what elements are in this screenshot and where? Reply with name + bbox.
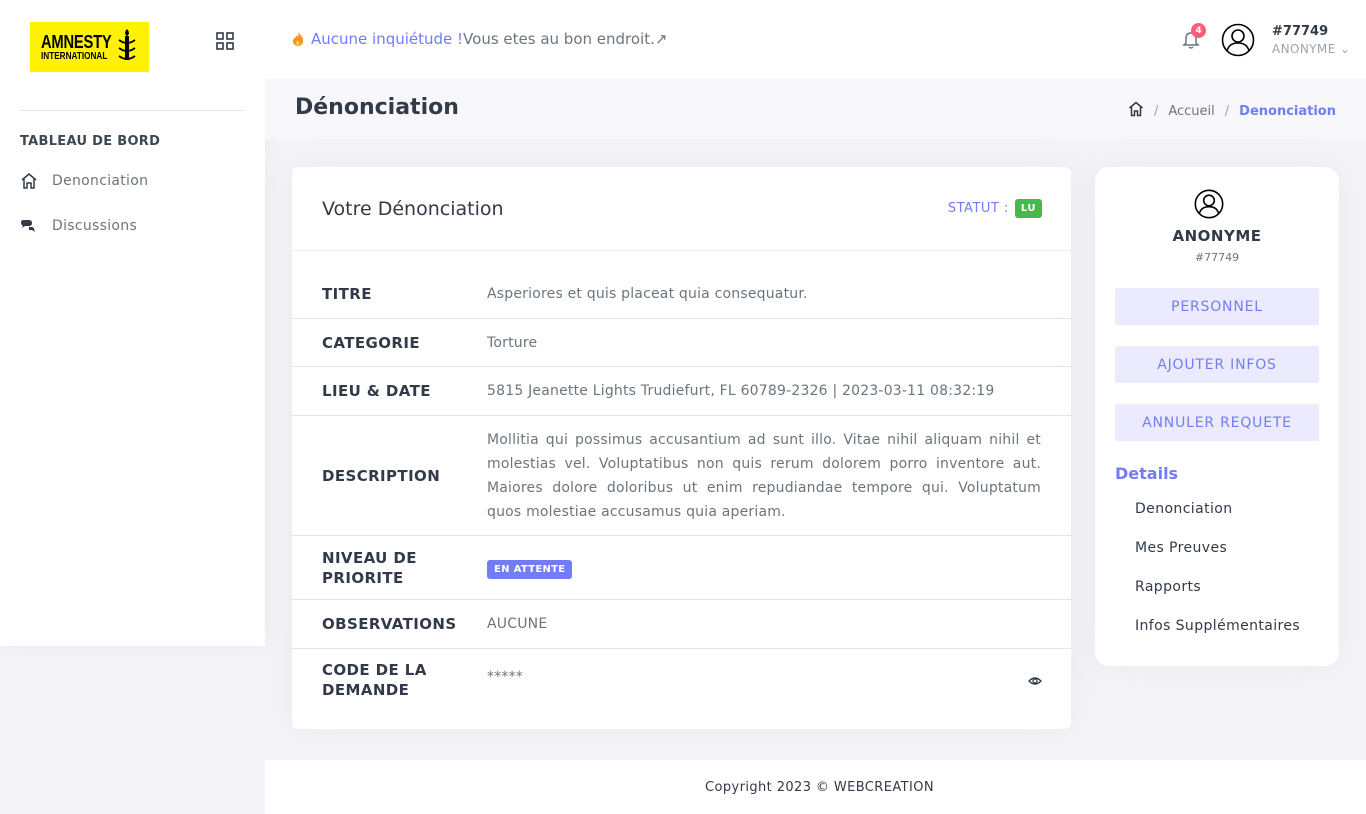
copyright-text: Copyright 2023 © WEBCREATION [705, 779, 934, 795]
chat-icon [20, 219, 40, 233]
sidebar: AMNESTY INTERNATIONAL TABLEAU DE BORD De… [0, 0, 265, 646]
footer: Copyright 2023 © WEBCREATION [265, 760, 1366, 814]
chevron-down-icon: ⌄ [1339, 42, 1351, 56]
details-link-infos[interactable]: Infos Supplémentaires [1135, 618, 1300, 634]
logo-line2: INTERNATIONAL [41, 50, 108, 62]
row-value: ***** [487, 669, 523, 685]
label-line: PRIORITE [322, 568, 404, 587]
card-title: Votre Dénonciation [322, 198, 504, 220]
breadcrumb: / Accueil / Denonciation [1128, 101, 1336, 121]
row-value: Torture [487, 334, 538, 351]
user-id: #77749 [1272, 24, 1329, 39]
label-line: CODE DE LA [322, 661, 427, 679]
page-title: Dénonciation [295, 95, 459, 120]
card-header: Votre Dénonciation STATUT : LU [292, 167, 1071, 251]
breadcrumb-current: Denonciation [1239, 103, 1336, 119]
home-icon[interactable] [1128, 101, 1144, 121]
user-role-dropdown[interactable]: ANONYME ⌄ [1272, 42, 1350, 56]
home-icon [20, 172, 40, 190]
logo-line1: AMNESTY [41, 31, 112, 52]
profile-id: #77749 [1194, 251, 1240, 264]
row-priorite: NIVEAU DE PRIORITE EN ATTENTE [292, 536, 1071, 600]
row-label: CATEGORIE [322, 333, 420, 352]
status-badge: LU [1014, 199, 1042, 218]
sidebar-item-label: Discussions [52, 218, 138, 234]
sidebar-divider [20, 110, 245, 111]
row-value: EN ATTENTE [487, 559, 573, 579]
page-titlebar: Dénonciation / Accueil / Denonciation [265, 79, 1366, 139]
sidebar-item-label: Denonciation [52, 173, 149, 189]
breadcrumb-accueil[interactable]: Accueil [1168, 104, 1214, 119]
row-value: Mollitia qui possimus accusantium ad sun… [487, 431, 1041, 520]
status: STATUT : LU [948, 199, 1042, 218]
status-label: STATUT : [947, 201, 1009, 216]
notification-badge: 4 [1191, 23, 1206, 38]
row-label: OBSERVATIONS [322, 615, 457, 633]
label-line: DEMANDE [322, 681, 410, 699]
row-value: AUCUNE [487, 616, 548, 632]
personnel-button[interactable]: PERSONNEL [1115, 288, 1319, 325]
denonciation-card: Votre Dénonciation STATUT : LU TITRE Asp… [292, 167, 1071, 729]
row-categorie: CATEGORIE Torture [292, 319, 1071, 367]
candle-icon [118, 29, 136, 60]
details-link-preuves[interactable]: Mes Preuves [1135, 540, 1227, 556]
logo-text: AMNESTY INTERNATIONAL [41, 31, 112, 62]
arrow-up-right-icon[interactable]: ↗ [655, 30, 668, 48]
row-lieu-date: LIEU & DATE 5815 Jeanette Lights Trudief… [292, 367, 1071, 416]
label-line: NIVEAU DE [322, 548, 417, 567]
details-link-denonciation[interactable]: Denonciation [1135, 501, 1233, 517]
eye-icon[interactable] [1028, 671, 1042, 690]
apps-grid-icon[interactable] [216, 32, 234, 50]
sidebar-item-discussions[interactable]: Discussions [20, 215, 137, 237]
row-label: DESCRIPTION [322, 466, 441, 485]
row-description: DESCRIPTION Mollitia qui possimus accusa… [292, 416, 1071, 536]
row-observations: OBSERVATIONS AUCUNE [292, 600, 1071, 649]
row-label: TITRE [322, 284, 372, 303]
priority-badge: EN ATTENTE [487, 559, 573, 579]
breadcrumb-separator: / [1224, 103, 1230, 119]
profile-name: ANONYME [1172, 227, 1262, 245]
sidebar-item-denonciation[interactable]: Denonciation [20, 170, 148, 192]
row-code: CODE DE LA DEMANDE ***** [292, 649, 1071, 729]
breadcrumb-separator: / [1153, 103, 1159, 119]
details-title: Details [1115, 464, 1179, 483]
notice-text: Vous etes au bon endroit. [463, 30, 655, 48]
user-avatar-icon[interactable] [1221, 23, 1255, 61]
row-titre: TITRE Asperiores et quis placeat quia co… [292, 269, 1071, 319]
row-label: NIVEAU DE PRIORITE [322, 548, 417, 588]
details-link-rapports[interactable]: Rapports [1135, 579, 1201, 595]
sidebar-section-title: TABLEAU DE BORD [20, 134, 161, 149]
profile-avatar-icon [1194, 189, 1224, 223]
row-label: CODE DE LA DEMANDE [322, 660, 427, 700]
notice-banner: Aucune inquiétude ! Vous etes au bon endr… [291, 30, 667, 48]
row-value: Asperiores et quis placeat quia consequa… [487, 285, 808, 302]
profile-card: ANONYME #77749 PERSONNEL AJOUTER INFOS A… [1095, 167, 1339, 666]
amnesty-logo[interactable]: AMNESTY INTERNATIONAL [30, 22, 149, 72]
topbar: Aucune inquiétude ! Vous etes au bon endr… [265, 0, 1366, 79]
annuler-requete-button[interactable]: ANNULER REQUETE [1115, 404, 1319, 441]
row-value: 5815 Jeanette Lights Trudiefurt, FL 6078… [487, 383, 995, 399]
row-label: LIEU & DATE [322, 382, 431, 400]
ajouter-infos-button[interactable]: AJOUTER INFOS [1115, 346, 1319, 383]
flame-icon [293, 32, 304, 46]
notice-highlight: Aucune inquiétude ! [311, 30, 464, 48]
user-role-label: ANONYME [1272, 42, 1336, 56]
